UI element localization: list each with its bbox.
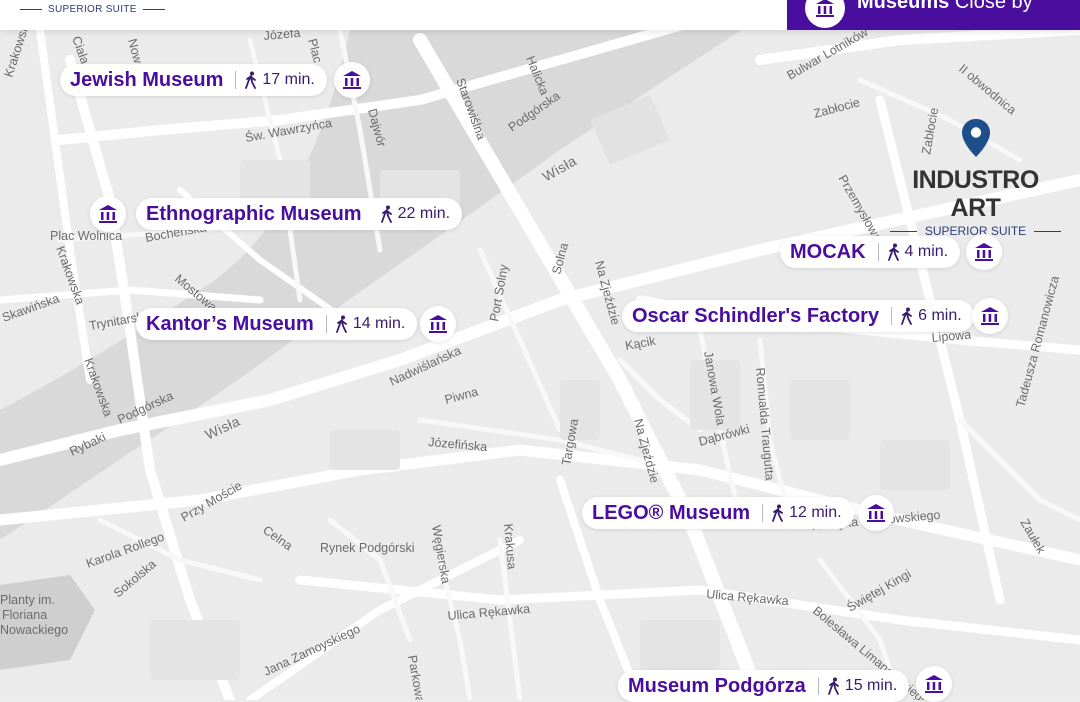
- tab-title: Museums Close by: [857, 0, 1033, 14]
- walking-icon: [244, 71, 258, 89]
- museum-name: Oscar Schindler's Factory: [632, 304, 880, 327]
- museum-name: Kantor’s Museum: [146, 312, 314, 335]
- museum-icon: [925, 675, 943, 693]
- museum-label-jewish[interactable]: Jewish Museum 17 min.: [60, 64, 327, 96]
- museum-label-schindler[interactable]: Oscar Schindler's Factory 6 min.: [622, 300, 974, 332]
- museums-tab[interactable]: Museums Close by: [787, 0, 1080, 30]
- brand-subtitle: SUPERIOR SUITE: [48, 4, 137, 15]
- museum-icon: [981, 307, 999, 325]
- tab-title-bold: Museums: [857, 0, 950, 13]
- museum-marker[interactable]: [972, 298, 1008, 334]
- museum-marker[interactable]: [90, 196, 126, 232]
- walking-icon: [827, 677, 841, 695]
- museum-name: Jewish Museum: [70, 68, 224, 91]
- museum-icon: [99, 205, 117, 223]
- walking-icon: [771, 504, 785, 522]
- museum-marker[interactable]: [966, 234, 1002, 270]
- museum-marker[interactable]: [420, 306, 456, 342]
- walk-time: 14 min.: [352, 315, 406, 332]
- museum-name: Ethnographic Museum: [146, 202, 362, 225]
- museum-icon: [867, 504, 885, 522]
- hotel-marker[interactable]: INDUSTRO ART SUPERIOR SUITE: [888, 118, 1063, 238]
- walk-time: 6 min.: [918, 307, 962, 324]
- museum-name: Museum Podgórza: [628, 674, 806, 697]
- museum-icon: [343, 71, 361, 89]
- walking-icon: [887, 243, 901, 261]
- walk-time: 4 min.: [904, 243, 949, 260]
- museum-icon: [975, 243, 993, 261]
- walking-icon: [335, 315, 349, 333]
- hotel-name: INDUSTRO ART: [912, 166, 1039, 222]
- top-bar: SUPERIOR SUITE Museums Close by: [0, 0, 1080, 30]
- walking-icon: [380, 205, 394, 223]
- brand-logo: SUPERIOR SUITE: [20, 4, 165, 15]
- museum-marker[interactable]: [858, 495, 894, 531]
- walk-time: 22 min.: [397, 205, 451, 222]
- museum-marker[interactable]: [334, 62, 370, 98]
- museum-marker[interactable]: [916, 666, 952, 702]
- tab-title-light: Close by: [954, 0, 1033, 13]
- walk-time: 17 min.: [262, 71, 315, 88]
- museum-name: LEGO® Museum: [592, 501, 751, 524]
- square-label: Rynek Podgórski: [320, 541, 415, 555]
- park-label: Floriana: [2, 608, 47, 622]
- park-label: Nowackiego: [0, 623, 68, 637]
- walking-icon: [900, 307, 914, 325]
- museum-label-ethnographic[interactable]: Ethnographic Museum 22 min.: [136, 198, 463, 230]
- museum-name: MOCAK: [790, 240, 866, 263]
- city-map[interactable]: Krakowska Józefa Ciała Nowa Plac Bulwar …: [0, 0, 1080, 700]
- museum-icon: [429, 315, 447, 333]
- museum-label-kantor[interactable]: Kantor’s Museum 14 min.: [136, 308, 418, 340]
- park-label: Planty im.: [0, 593, 55, 607]
- museum-label-mocak[interactable]: MOCAK 4 min.: [780, 236, 961, 268]
- walk-time: 15 min.: [844, 677, 898, 694]
- walk-time: 12 min.: [789, 504, 842, 521]
- museum-label-lego[interactable]: LEGO® Museum 12 min.: [582, 497, 854, 529]
- map-pin-icon: [961, 119, 990, 157]
- museum-icon: [805, 0, 845, 28]
- museum-label-podgorza[interactable]: Museum Podgórza 15 min.: [618, 670, 910, 702]
